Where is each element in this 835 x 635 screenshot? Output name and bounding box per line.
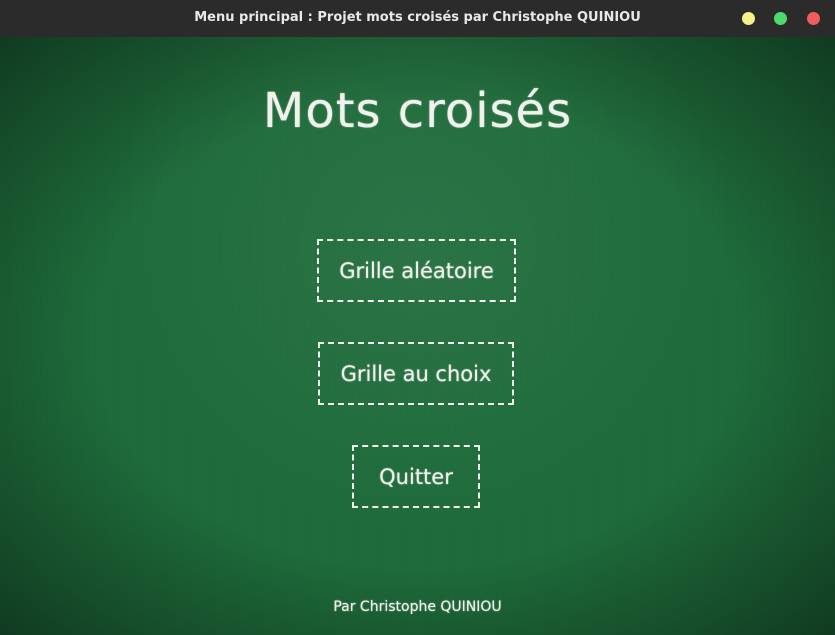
random-grid-label: Grille aléatoire bbox=[339, 258, 494, 283]
window-title: Menu principal : Projet mots croisés par… bbox=[194, 10, 641, 25]
page-title: Mots croisés bbox=[262, 83, 573, 139]
chosen-grid-button[interactable]: Grille au choix bbox=[318, 342, 514, 405]
chosen-grid-label: Grille au choix bbox=[340, 361, 492, 386]
author-credit: Par Christophe QUINIOU bbox=[333, 599, 502, 615]
title-bar[interactable]: Menu principal : Projet mots croisés par… bbox=[0, 0, 835, 37]
app-window: Menu principal : Projet mots croisés par… bbox=[0, 0, 835, 635]
quit-button[interactable]: Quitter bbox=[352, 445, 480, 508]
maximize-button[interactable] bbox=[774, 12, 787, 25]
random-grid-button[interactable]: Grille aléatoire bbox=[317, 239, 516, 302]
close-button[interactable] bbox=[807, 12, 820, 25]
minimize-button[interactable] bbox=[742, 12, 755, 25]
chalkboard: Mots croisés Grille aléatoire Grille au … bbox=[0, 37, 835, 635]
quit-label: Quitter bbox=[379, 464, 453, 489]
